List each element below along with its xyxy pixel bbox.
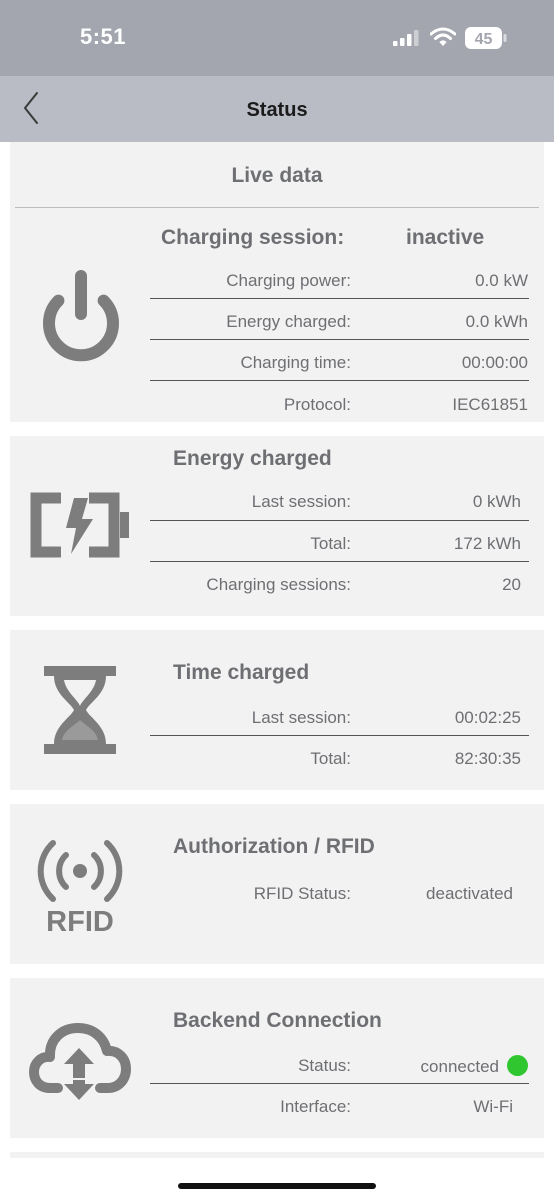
row-label: Energy charged: bbox=[226, 312, 351, 331]
next-card bbox=[10, 1152, 544, 1158]
row-value: 20 bbox=[502, 575, 521, 594]
row-value: deactivated bbox=[426, 884, 513, 903]
battery-charging-icon bbox=[30, 492, 129, 558]
row-value: 0.0 kW bbox=[475, 271, 528, 290]
connection-status-text: connected bbox=[420, 1057, 499, 1076]
divider bbox=[150, 298, 529, 299]
live-data-title: Live data bbox=[231, 164, 323, 187]
rfid-icon-text: RFID bbox=[46, 906, 114, 934]
cloud-sync-icon bbox=[29, 1023, 131, 1100]
row-value: 172 kWh bbox=[453, 534, 521, 553]
cellular-signal-icon bbox=[393, 30, 419, 46]
energy-charged-title: Energy charged bbox=[173, 447, 332, 470]
rfid-title: Authorization / RFID bbox=[173, 835, 375, 858]
status-indicator-icon bbox=[507, 1055, 528, 1076]
backend-connection-title: Backend Connection bbox=[173, 1009, 382, 1032]
row-label: Interface: bbox=[280, 1097, 351, 1116]
divider bbox=[150, 561, 529, 562]
divider bbox=[150, 520, 529, 521]
row-value: Wi-Fi bbox=[473, 1097, 513, 1116]
home-indicator[interactable] bbox=[178, 1183, 376, 1189]
rfid-icon: RFID bbox=[37, 840, 123, 934]
row-label: Charging time: bbox=[240, 353, 351, 372]
row-label: Charging power: bbox=[226, 271, 351, 290]
charging-session-label: Charging session: bbox=[161, 226, 345, 249]
divider bbox=[150, 339, 529, 340]
navigation-bar: Status bbox=[0, 76, 554, 142]
row-label: Protocol: bbox=[283, 395, 351, 414]
page-title: Status bbox=[246, 99, 308, 121]
row-label: RFID Status: bbox=[253, 884, 351, 903]
battery-icon: 45 bbox=[465, 27, 507, 49]
divider bbox=[15, 207, 539, 208]
time-charged-card: Time charged Last session: 00:02:25 Tota… bbox=[10, 630, 544, 790]
row-value: 0.0 kWh bbox=[465, 312, 528, 331]
clock: 5:51 bbox=[80, 24, 127, 49]
time-charged-title: Time charged bbox=[173, 661, 310, 684]
row-value: IEC61851 bbox=[452, 395, 528, 414]
row-value: 00:02:25 bbox=[454, 708, 521, 727]
row-value: 0 kWh bbox=[472, 492, 521, 511]
energy-charged-card: Energy charged Last session: 0 kWh Total… bbox=[10, 436, 544, 616]
status-bar: 5:51 45 bbox=[0, 0, 554, 76]
row-label: Total: bbox=[310, 534, 351, 553]
charging-session-value: inactive bbox=[406, 226, 485, 249]
divider bbox=[150, 380, 529, 381]
row-label: Charging sessions: bbox=[206, 575, 351, 594]
row-value: 82:30:35 bbox=[454, 749, 521, 768]
row-value: 00:00:00 bbox=[461, 353, 528, 372]
connection-status-value: connected bbox=[421, 1055, 528, 1077]
wifi-icon bbox=[430, 27, 456, 46]
row-label: Last session: bbox=[251, 708, 351, 727]
hourglass-icon bbox=[44, 666, 116, 754]
divider bbox=[150, 1083, 529, 1084]
power-icon bbox=[43, 270, 119, 362]
row-label: Status: bbox=[298, 1056, 351, 1075]
live-data-card: Live data Charging session: inactive Cha… bbox=[10, 142, 544, 422]
rfid-card: RFID Authorization / RFID RFID Status: d… bbox=[10, 804, 544, 964]
backend-connection-card: Backend Connection Status: connected Int… bbox=[10, 978, 544, 1138]
divider bbox=[150, 735, 529, 736]
row-label: Last session: bbox=[251, 492, 351, 511]
row-label: Total: bbox=[310, 749, 351, 768]
battery-level: 45 bbox=[475, 31, 493, 48]
